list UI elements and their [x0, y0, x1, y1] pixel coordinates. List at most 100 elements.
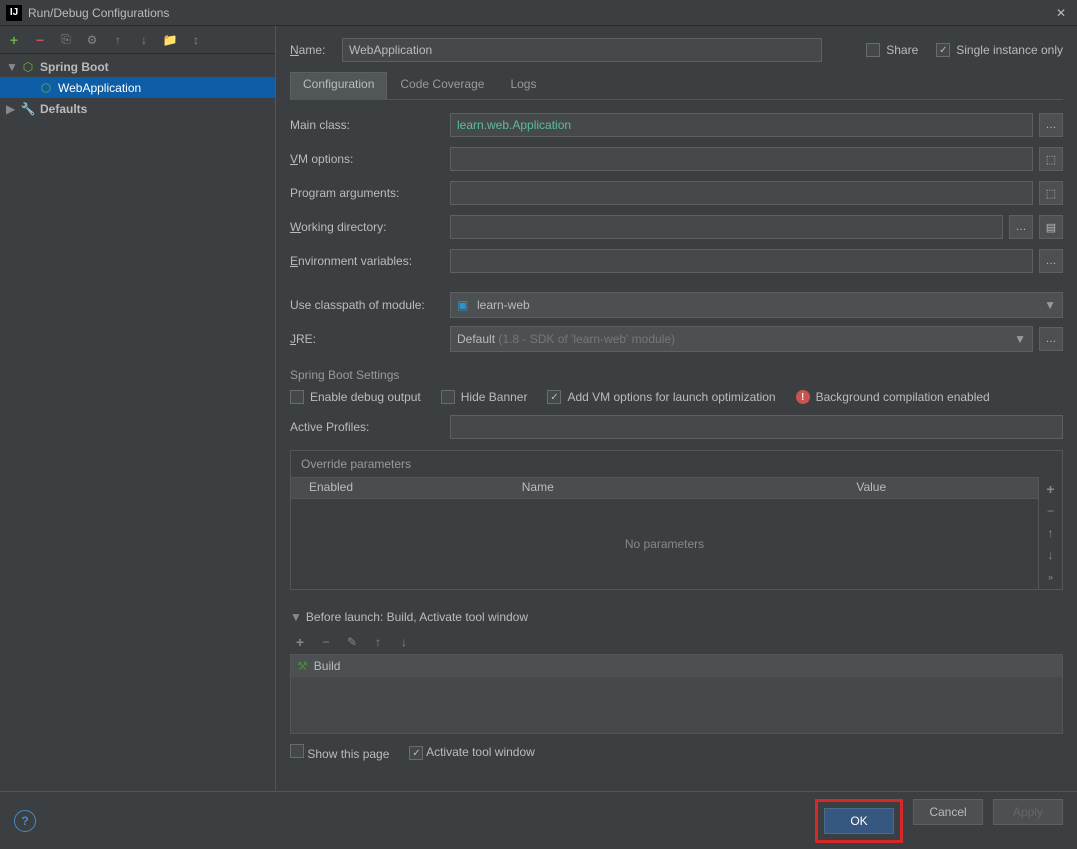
working-dir-input[interactable] — [450, 215, 1003, 239]
add-vm-checkbox[interactable] — [547, 390, 561, 404]
copy-config-icon[interactable]: ⎘ — [58, 32, 74, 48]
tab-configuration[interactable]: Configuration — [290, 72, 387, 100]
jre-label: JRE: — [290, 332, 450, 346]
down-param-icon[interactable]: ↓ — [1043, 547, 1059, 563]
classpath-value: learn-web — [477, 298, 1044, 312]
share-checkbox[interactable] — [866, 43, 880, 57]
content-pane: Name: Share Single instance only Configu… — [276, 26, 1077, 790]
build-label: Build — [314, 659, 341, 673]
override-table-header: Enabled Name Value — [291, 477, 1038, 499]
main-class-input[interactable]: learn.web.Application — [450, 113, 1033, 137]
activate-tool-checkbox[interactable] — [409, 746, 423, 760]
program-args-input[interactable] — [450, 181, 1033, 205]
col-value: Value — [705, 478, 1039, 498]
classpath-label: Use classpath of module: — [290, 298, 450, 312]
share-label: Share — [886, 43, 918, 57]
single-instance-checkbox[interactable] — [936, 43, 950, 57]
add-config-icon[interactable]: + — [6, 32, 22, 48]
list-item[interactable]: ⚒ Build — [291, 655, 1062, 677]
add-param-icon[interactable]: + — [1043, 481, 1059, 497]
activate-tool-label: Activate tool window — [426, 745, 535, 759]
config-tree: ▼ ⬡ Spring Boot ⬡ WebApplication ▶ 🔧 Def… — [0, 54, 275, 790]
browse-jre-button[interactable]: … — [1039, 327, 1063, 351]
before-launch-label: Before launch: Build, Activate tool wind… — [306, 610, 528, 624]
module-icon: ▣ — [457, 298, 473, 312]
override-label: Override parameters — [291, 451, 1062, 477]
app-icon: IJ — [6, 5, 22, 21]
warning-icon: ! — [796, 390, 810, 404]
spring-icon: ⬡ — [38, 80, 54, 96]
tab-logs[interactable]: Logs — [497, 72, 549, 99]
before-launch-section: ▼ Before launch: Build, Activate tool wi… — [290, 610, 1063, 761]
expander-icon[interactable]: ▶ — [6, 102, 18, 116]
up-icon[interactable]: ↑ — [110, 32, 126, 48]
up-task-icon[interactable]: ↑ — [370, 634, 386, 650]
name-input[interactable] — [342, 38, 822, 62]
name-label: Name: — [290, 43, 342, 57]
remove-config-icon[interactable]: − — [32, 32, 48, 48]
edit-task-icon[interactable]: ✎ — [344, 634, 360, 650]
browse-dir-button[interactable]: … — [1009, 215, 1033, 239]
tree-label: WebApplication — [58, 81, 141, 95]
enable-debug-checkbox[interactable] — [290, 390, 304, 404]
chevron-down-icon: ▼ — [1044, 298, 1056, 312]
classpath-dropdown[interactable]: ▣ learn-web ▼ — [450, 292, 1063, 318]
tree-node-webapplication[interactable]: ⬡ WebApplication — [0, 77, 275, 98]
active-profiles-label: Active Profiles: — [290, 420, 450, 434]
apply-button[interactable]: Apply — [993, 799, 1063, 825]
sort-icon[interactable]: ↕ — [188, 32, 204, 48]
tree-node-defaults[interactable]: ▶ 🔧 Defaults — [0, 98, 275, 119]
expander-icon: ▼ — [290, 610, 302, 624]
add-vm-label: Add VM options for launch optimization — [567, 390, 775, 404]
col-enabled: Enabled — [291, 478, 371, 498]
sidebar: + − ⎘ ⚙ ↑ ↓ 📁 ↕ ▼ ⬡ Spring Boot ⬡ WebApp… — [0, 26, 276, 790]
expand-vm-button[interactable]: ⬚ — [1039, 147, 1063, 171]
env-vars-input[interactable] — [450, 249, 1033, 273]
show-page-label: Show this page — [307, 747, 389, 761]
active-profiles-input[interactable] — [450, 415, 1063, 439]
before-launch-header[interactable]: ▼ Before launch: Build, Activate tool wi… — [290, 610, 1063, 624]
edit-env-button[interactable]: … — [1039, 249, 1063, 273]
cancel-button[interactable]: Cancel — [913, 799, 983, 825]
expander-icon[interactable]: ▼ — [6, 60, 18, 74]
tabs: Configuration Code Coverage Logs — [290, 72, 1063, 100]
tree-label: Defaults — [40, 102, 87, 116]
vm-options-input[interactable] — [450, 147, 1033, 171]
remove-param-icon[interactable]: − — [1043, 503, 1059, 519]
build-icon: ⚒ — [297, 659, 308, 673]
ok-button[interactable]: OK — [824, 808, 894, 834]
bottom-bar: ? OK Cancel Apply — [0, 791, 1077, 849]
bg-compile-label: Background compilation enabled — [816, 390, 990, 404]
single-instance-label: Single instance only — [956, 43, 1063, 57]
down-task-icon[interactable]: ↓ — [396, 634, 412, 650]
hide-banner-checkbox[interactable] — [441, 390, 455, 404]
col-name: Name — [371, 478, 705, 498]
down-icon[interactable]: ↓ — [136, 32, 152, 48]
jre-dropdown[interactable]: Default (1.8 - SDK of 'learn-web' module… — [450, 326, 1033, 352]
browse-main-class-button[interactable]: … — [1039, 113, 1063, 137]
wrench-icon: 🔧 — [20, 101, 36, 117]
more-param-icon[interactable]: » — [1043, 569, 1059, 585]
override-box: Override parameters Enabled Name Value N… — [290, 450, 1063, 590]
vars-dir-button[interactable]: ▤ — [1039, 215, 1063, 239]
chevron-down-icon: ▼ — [1014, 332, 1026, 346]
override-table-body: No parameters — [291, 499, 1038, 589]
folder-icon[interactable]: 📁 — [162, 32, 178, 48]
remove-task-icon[interactable]: − — [318, 634, 334, 650]
up-param-icon[interactable]: ↑ — [1043, 525, 1059, 541]
close-icon[interactable]: ✕ — [1051, 3, 1071, 23]
enable-debug-label: Enable debug output — [310, 390, 421, 404]
tree-node-spring-boot[interactable]: ▼ ⬡ Spring Boot — [0, 56, 275, 77]
spring-icon: ⬡ — [20, 59, 36, 75]
working-dir-label: Working directory: — [290, 220, 450, 234]
tab-code-coverage[interactable]: Code Coverage — [387, 72, 497, 99]
tree-label: Spring Boot — [40, 60, 109, 74]
expand-args-button[interactable]: ⬚ — [1039, 181, 1063, 205]
add-task-icon[interactable]: + — [292, 634, 308, 650]
help-icon[interactable]: ? — [14, 810, 36, 832]
show-page-checkbox[interactable] — [290, 744, 304, 758]
titlebar: IJ Run/Debug Configurations ✕ — [0, 0, 1077, 26]
settings-icon[interactable]: ⚙ — [84, 32, 100, 48]
window-title: Run/Debug Configurations — [28, 6, 1051, 20]
main-class-label: Main class: — [290, 118, 450, 132]
